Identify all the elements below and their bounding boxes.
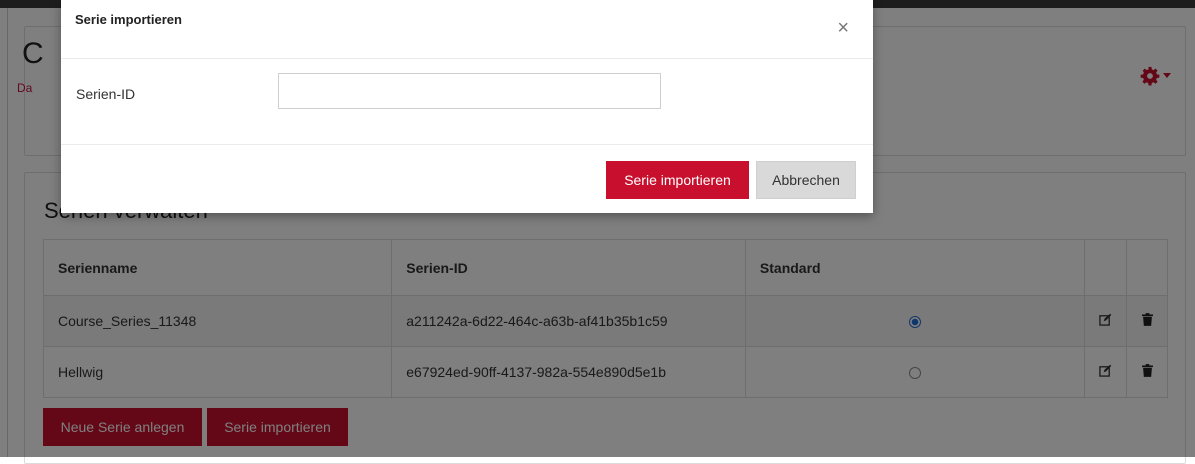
modal-footer: Serie importieren Abbrechen: [61, 145, 873, 213]
import-series-modal: Serie importieren × Serien-ID Serie impo…: [61, 0, 873, 213]
close-icon[interactable]: ×: [831, 16, 855, 41]
series-id-input[interactable]: [278, 73, 661, 109]
modal-import-button[interactable]: Serie importieren: [606, 161, 749, 199]
modal-header: Serie importieren ×: [61, 0, 873, 59]
modal-title: Serie importieren: [75, 12, 182, 27]
modal-cancel-button[interactable]: Abbrechen: [756, 161, 856, 199]
series-id-label: Serien-ID: [76, 86, 136, 102]
modal-body: Serien-ID: [61, 58, 873, 145]
